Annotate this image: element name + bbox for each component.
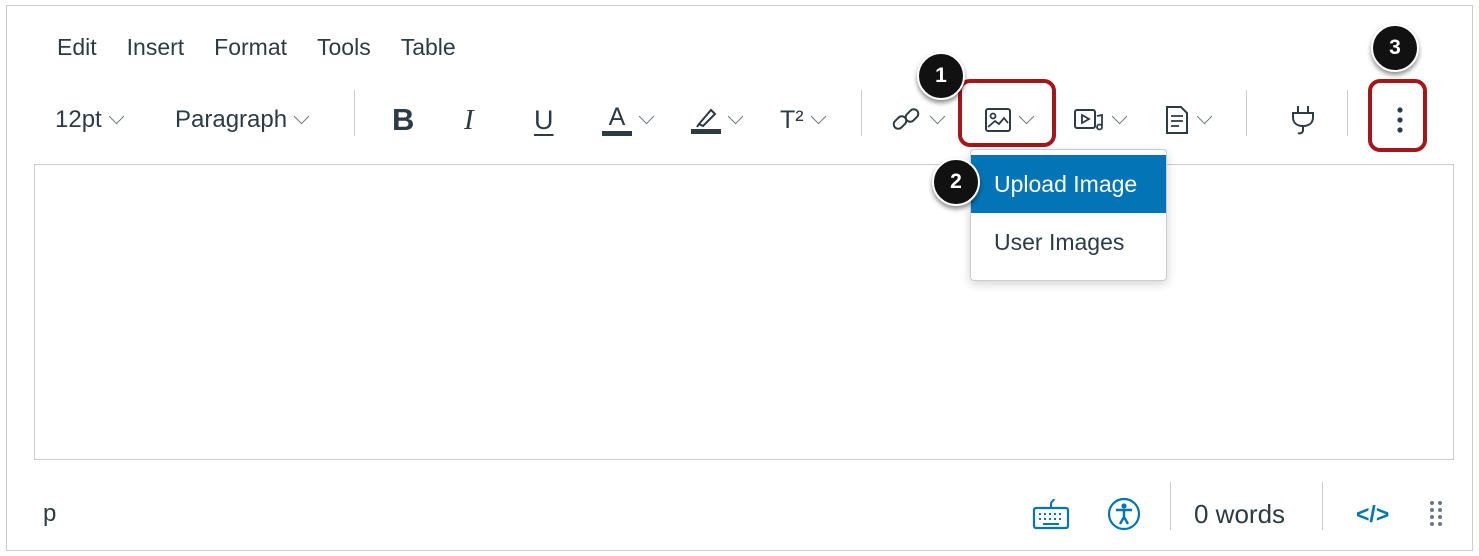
element-path[interactable]: p: [43, 484, 56, 544]
callout-badge-2: 2: [932, 158, 980, 206]
font-size-value: 12pt: [55, 106, 102, 133]
word-count[interactable]: 0 words: [1194, 484, 1285, 544]
text-color-button[interactable]: A: [602, 92, 655, 148]
link-icon: [892, 108, 920, 130]
bold-icon: B: [392, 102, 415, 137]
status-bar: p 0 words </>: [7, 484, 1472, 544]
font-size-dropdown[interactable]: 12pt: [55, 92, 124, 148]
menubar: Edit Insert Format Tools Table: [57, 34, 486, 64]
callout-badge-3: 3: [1371, 24, 1419, 72]
superscript-icon: T²: [780, 105, 804, 134]
block-format-dropdown[interactable]: Paragraph: [175, 92, 310, 148]
chevron-down-icon: [638, 108, 655, 124]
toolbar-divider: [1246, 90, 1247, 136]
chevron-down-icon: [929, 108, 946, 124]
menu-table[interactable]: Table: [401, 34, 456, 64]
toolbar-divider: [861, 90, 862, 136]
html-editor-toggle[interactable]: </>: [1356, 484, 1389, 544]
underline-icon: U: [534, 104, 554, 135]
chevron-down-icon: [727, 108, 744, 124]
more-options-highlight: [1368, 79, 1427, 152]
user-images-option[interactable]: User Images: [971, 213, 1166, 271]
chevron-down-icon: [810, 108, 826, 124]
document-icon: [1166, 106, 1188, 134]
accessibility-checker-button[interactable]: [1107, 484, 1141, 544]
menu-insert[interactable]: Insert: [127, 34, 185, 64]
drag-handle-icon: [1430, 501, 1442, 526]
toolbar-divider: [1347, 90, 1348, 136]
statusbar-divider: [1170, 482, 1171, 530]
apps-button[interactable]: [1290, 92, 1316, 148]
image-dropdown-menu: Upload Image User Images: [970, 149, 1167, 281]
highlight-color-bar: [691, 129, 721, 134]
statusbar-divider: [1322, 482, 1323, 530]
editor-content-area[interactable]: [34, 164, 1454, 460]
callout-badge-1: 1: [917, 52, 965, 100]
highlight-color-button[interactable]: [691, 92, 744, 148]
superscript-button[interactable]: T²: [780, 92, 826, 148]
keyboard-shortcuts-button[interactable]: [1032, 484, 1070, 544]
plug-icon: [1292, 106, 1314, 135]
image-button-highlight: [958, 79, 1056, 147]
upload-image-option[interactable]: Upload Image: [971, 155, 1166, 213]
menu-edit[interactable]: Edit: [57, 34, 97, 64]
text-color-icon: A: [602, 102, 632, 136]
keyboard-icon: [1032, 498, 1070, 530]
link-button[interactable]: [891, 92, 946, 148]
resize-handle[interactable]: [1429, 484, 1443, 544]
italic-icon: I: [464, 103, 474, 136]
block-format-value: Paragraph: [175, 106, 288, 133]
chevron-down-icon: [1196, 108, 1213, 124]
media-button[interactable]: [1073, 92, 1128, 148]
underline-button[interactable]: U: [534, 92, 554, 148]
media-icon: [1074, 109, 1103, 131]
rich-content-editor: Edit Insert Format Tools Table 12pt Para…: [6, 5, 1473, 551]
toolbar: 12pt Paragraph B I U A T²: [7, 92, 1472, 148]
chevron-down-icon: [1111, 108, 1128, 124]
italic-button[interactable]: I: [464, 92, 474, 148]
chevron-down-icon: [293, 108, 310, 124]
text-color-letter: A: [608, 102, 626, 131]
toolbar-divider: [354, 90, 355, 136]
menu-tools[interactable]: Tools: [317, 34, 371, 64]
document-button[interactable]: [1164, 92, 1213, 148]
chevron-down-icon: [108, 108, 124, 124]
menu-format[interactable]: Format: [214, 34, 287, 64]
accessibility-icon: [1107, 497, 1141, 531]
bold-button[interactable]: B: [392, 92, 414, 148]
text-color-bar: [602, 130, 632, 136]
highlighter-icon: [691, 106, 721, 134]
